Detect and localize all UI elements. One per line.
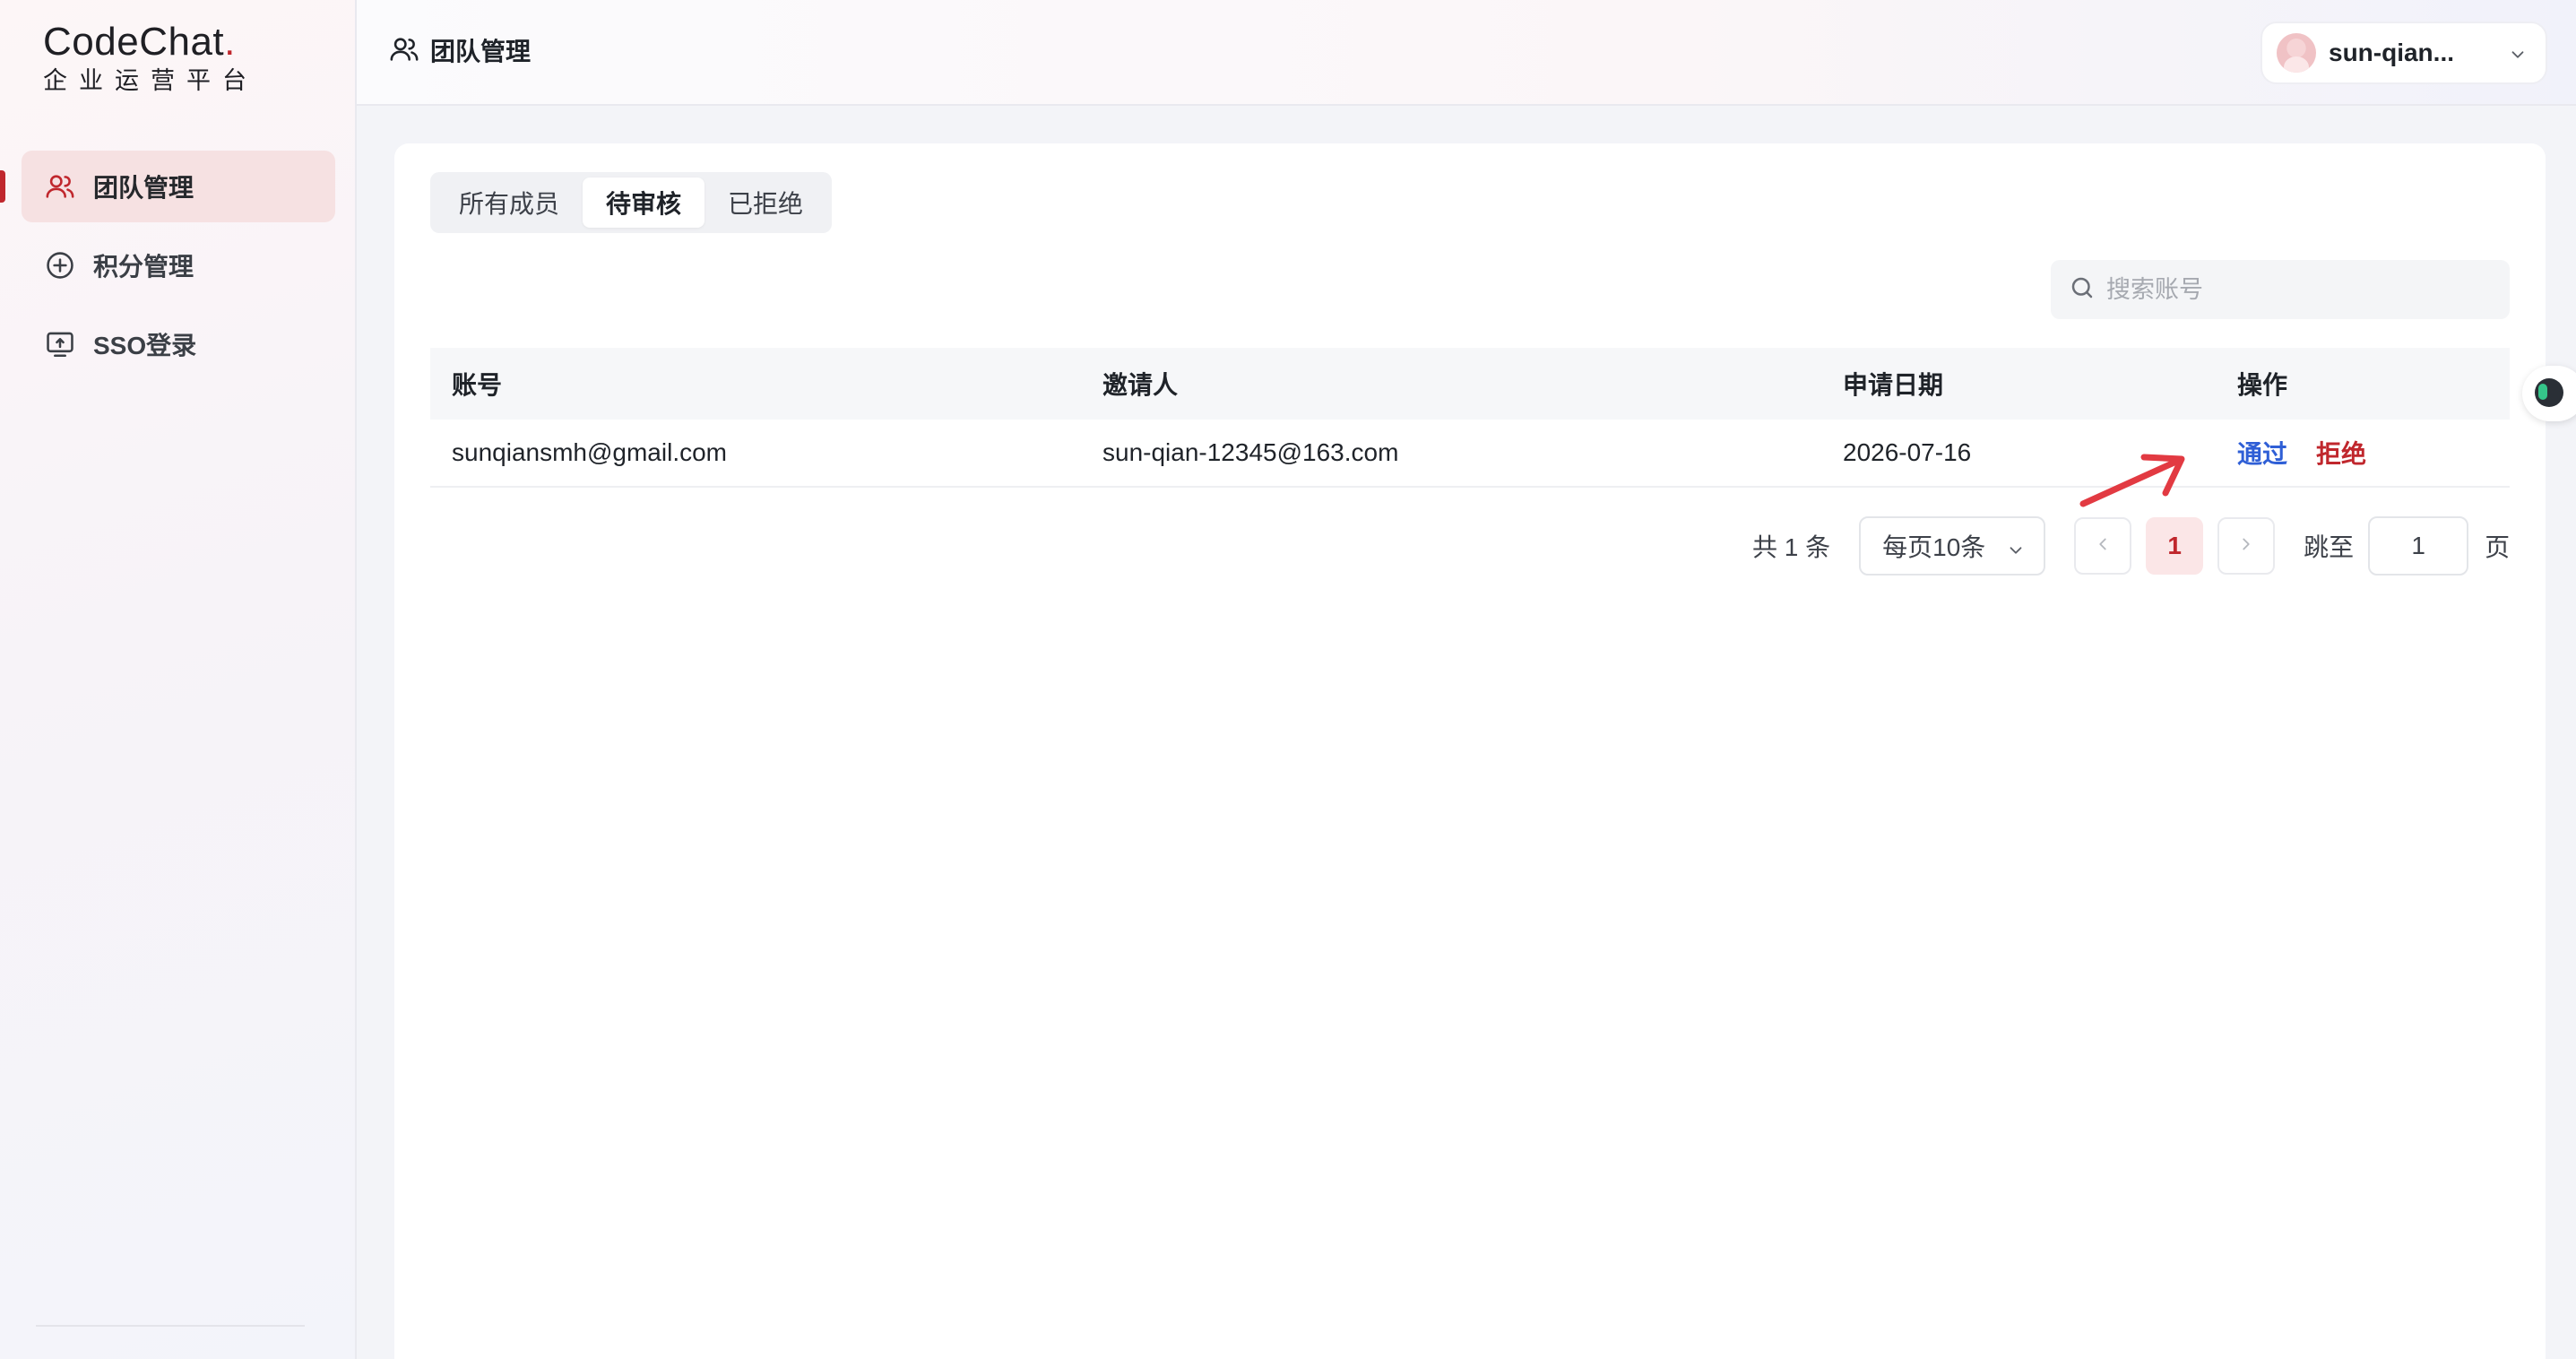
assistant-widget[interactable] (2522, 366, 2576, 421)
pagination: 共 1 条 每页10条 1 跳至 页 (1752, 516, 2510, 576)
jump-page-input[interactable] (2368, 516, 2469, 576)
page-title-text: 团队管理 (430, 38, 532, 65)
next-page-button[interactable] (2217, 517, 2276, 575)
monitor-upload-icon (43, 327, 77, 361)
page-suffix-label: 页 (2485, 533, 2511, 561)
page-size-select[interactable]: 每页10条 (1859, 516, 2046, 576)
tab-pending-review[interactable]: 待审核 (583, 177, 705, 228)
tab-rejected[interactable]: 已拒绝 (705, 177, 826, 228)
sidebar-item-points[interactable]: 积分管理 (22, 229, 335, 301)
cell-account: sunqiansmh@gmail.com (452, 438, 727, 466)
chevron-down-icon (2508, 45, 2528, 69)
logo-wordmark: CodeChat. (43, 20, 236, 64)
column-header-date: 申请日期 (1843, 371, 1944, 399)
sidebar-item-label: SSO登录 (93, 332, 197, 359)
chevron-down-icon (2006, 538, 2026, 567)
cell-inviter: sun-qian-12345@163.com (1102, 438, 1399, 466)
plus-circle-icon (43, 248, 77, 282)
search-input[interactable] (2106, 275, 2483, 304)
chevron-left-icon (2093, 532, 2113, 560)
users-icon (389, 34, 421, 66)
table-header-row: 账号 邀请人 申请日期 操作 (430, 348, 2510, 420)
main-card: 所有成员 待审核 已拒绝 账号 邀请人 申请日期 操作 sunqiansmh@g… (394, 143, 2546, 1359)
assistant-icon (2535, 378, 2563, 407)
brand-logo[interactable]: CodeChat. 企业运营平台 (43, 20, 258, 95)
chevron-right-icon (2236, 532, 2256, 560)
sidebar-item-sso[interactable]: SSO登录 (22, 308, 335, 380)
users-icon (43, 169, 77, 203)
page-size-value: 每页10条 (1882, 533, 1986, 561)
cell-date: 2026-07-16 (1843, 438, 1972, 466)
sidebar-item-label: 团队管理 (93, 174, 194, 202)
search-icon (2069, 274, 2096, 306)
prev-page-button[interactable] (2074, 517, 2132, 575)
reject-button[interactable]: 拒绝 (2316, 440, 2366, 468)
column-header-actions: 操作 (2237, 371, 2288, 399)
search-box (2051, 260, 2510, 319)
sidebar-item-team[interactable]: 团队管理 (0, 151, 335, 222)
avatar (2277, 33, 2316, 73)
sidebar: CodeChat. 企业运营平台 团队管理 积分管理 SSO登录 (0, 0, 357, 1359)
table-row: sunqiansmh@gmail.com sun-qian-12345@163.… (430, 420, 2510, 488)
column-header-account: 账号 (452, 371, 503, 399)
pending-members-table: 账号 邀请人 申请日期 操作 sunqiansmh@gmail.com sun-… (430, 348, 2510, 488)
user-menu-dropdown[interactable]: sun-qian... (2260, 22, 2547, 84)
total-count: 共 1 条 (1752, 533, 1831, 561)
approve-button[interactable]: 通过 (2237, 440, 2287, 468)
tab-all-members[interactable]: 所有成员 (436, 177, 583, 228)
status-tabs: 所有成员 待审核 已拒绝 (430, 172, 833, 233)
column-header-inviter: 邀请人 (1102, 371, 1179, 399)
page-title: 团队管理 (389, 32, 531, 68)
annotation-arrow-icon (2079, 454, 2185, 507)
sidebar-item-label: 积分管理 (93, 253, 194, 281)
top-header: 团队管理 sun-qian... (357, 0, 2576, 106)
jump-to-label: 跳至 (2304, 533, 2355, 561)
logo-subtitle: 企业运营平台 (43, 67, 258, 94)
page-number-button[interactable]: 1 (2146, 517, 2204, 575)
sidebar-nav: 团队管理 积分管理 SSO登录 (0, 151, 335, 387)
sidebar-divider (36, 1325, 305, 1327)
user-name: sun-qian... (2329, 39, 2454, 66)
cell-actions: 通过 拒绝 (2237, 435, 2366, 471)
